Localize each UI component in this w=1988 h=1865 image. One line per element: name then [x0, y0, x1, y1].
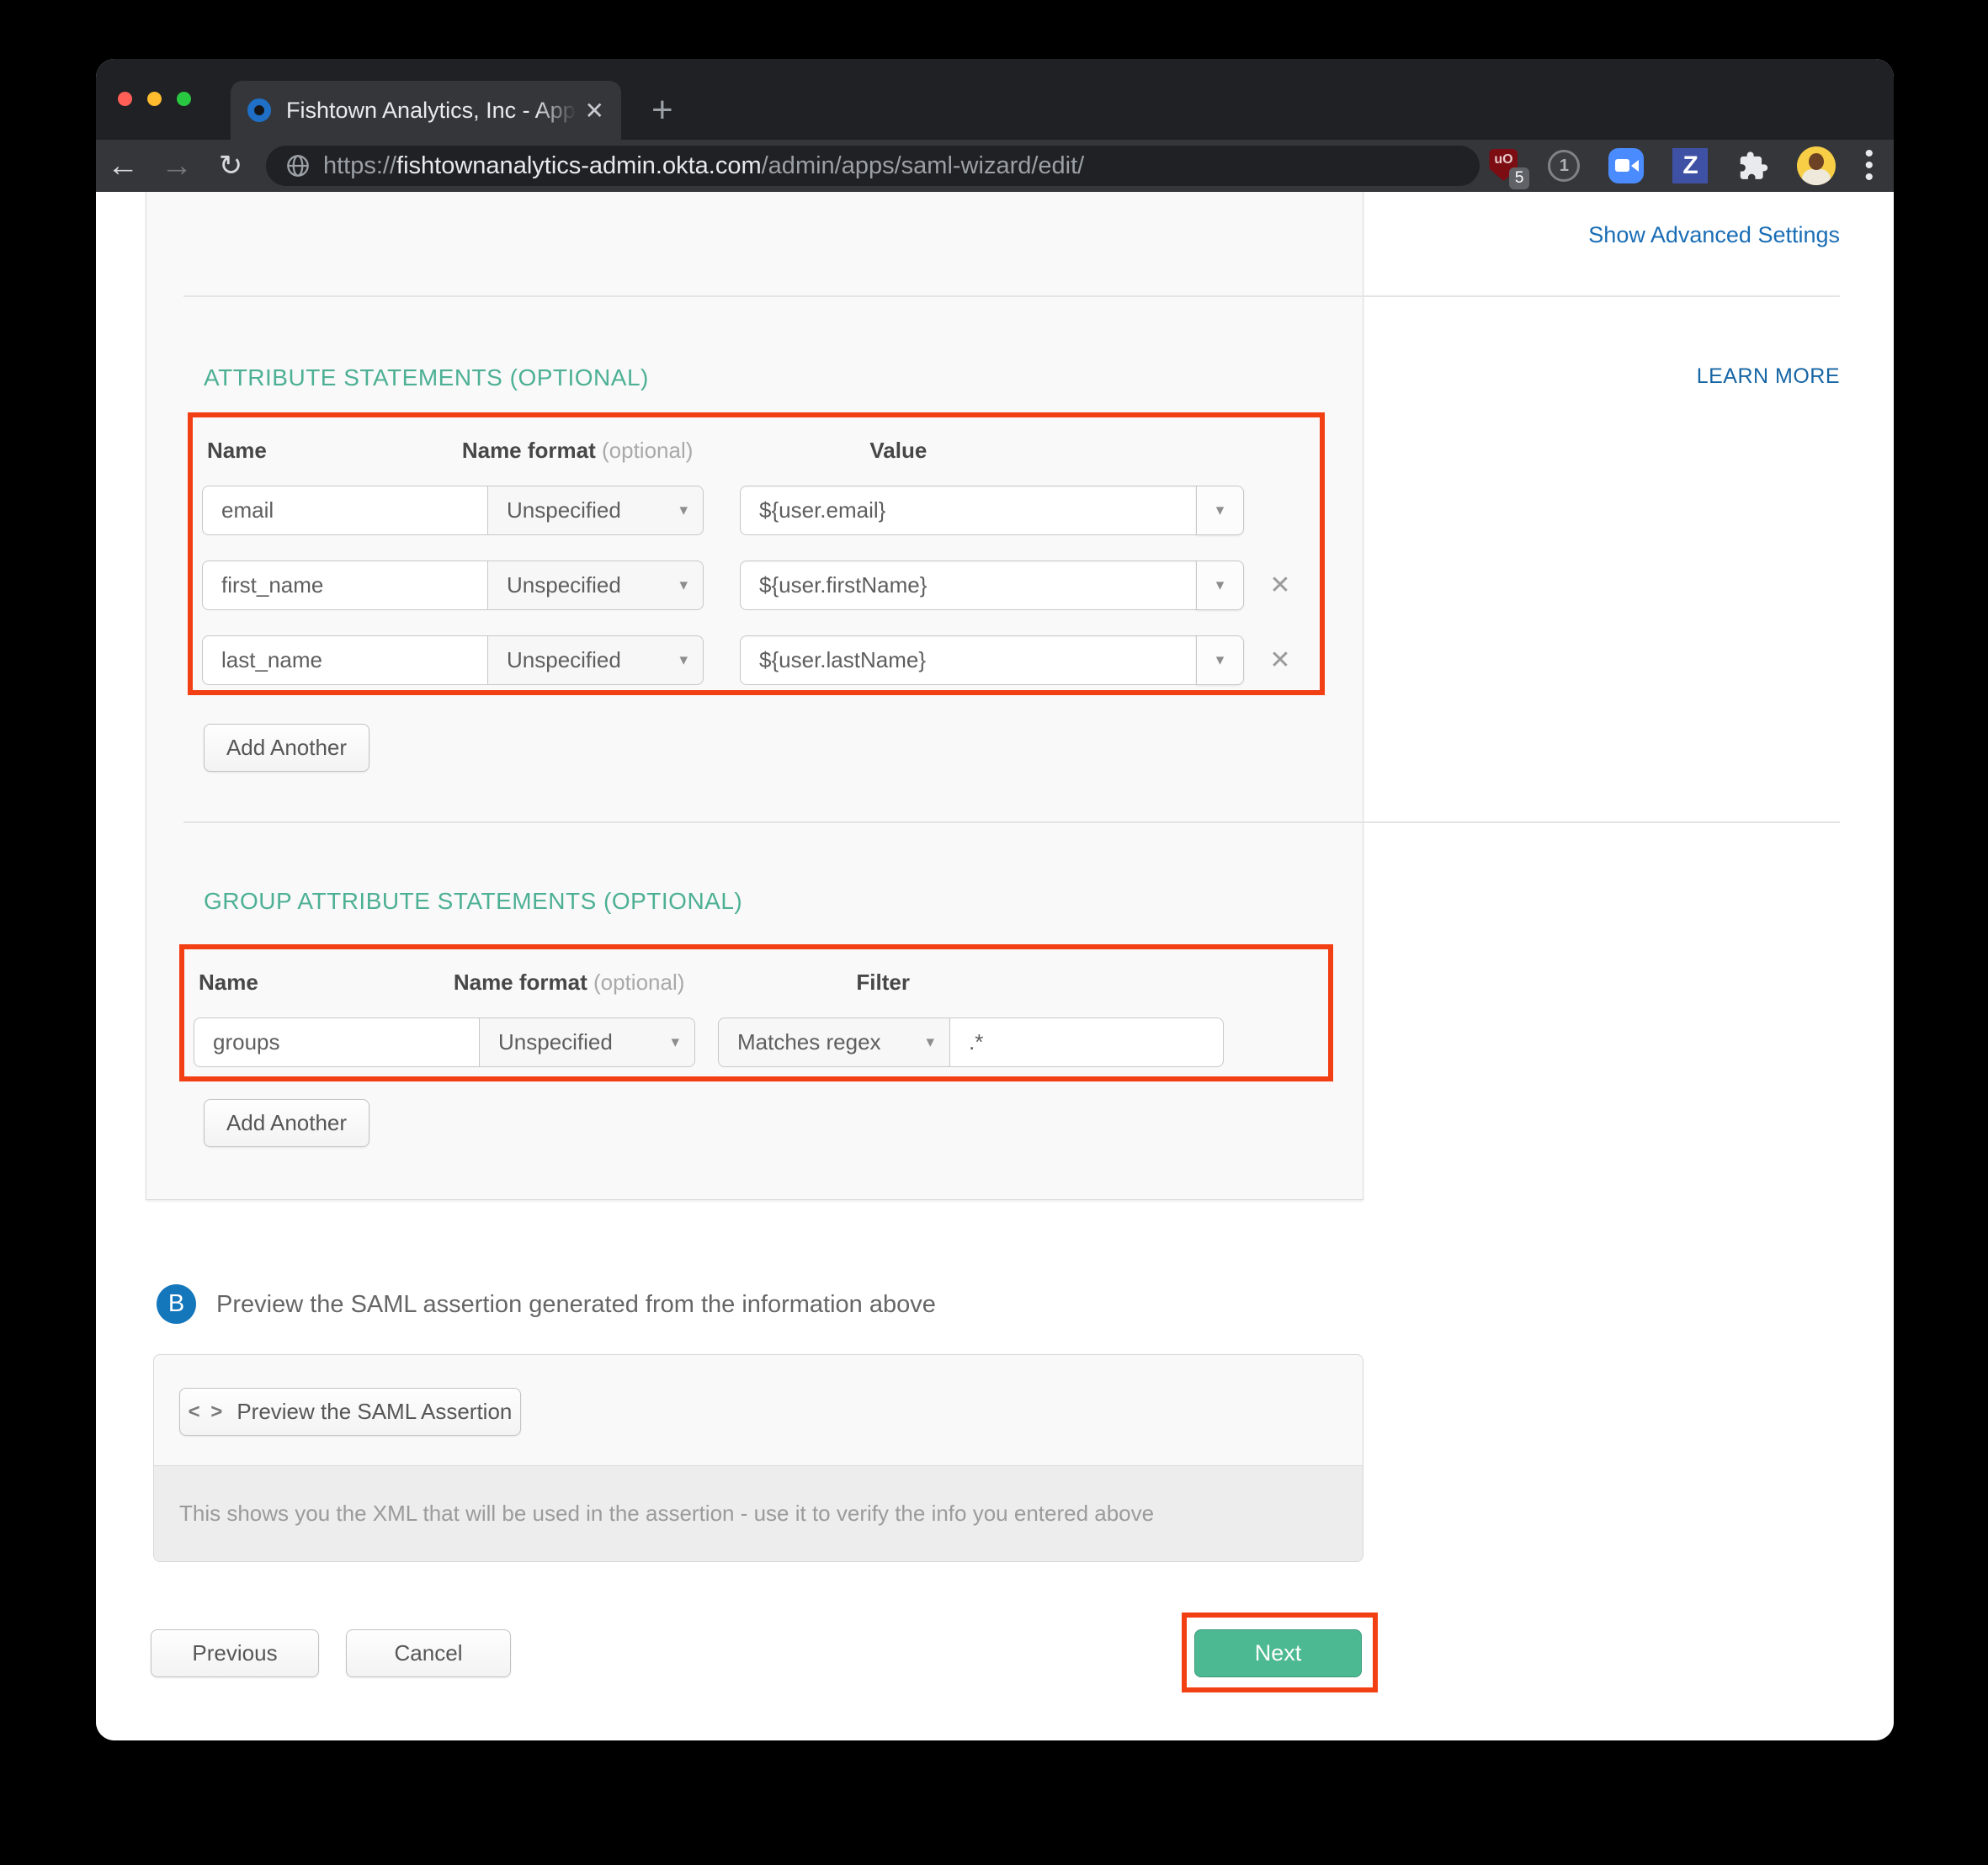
add-another-group-button[interactable]: Add Another: [204, 1099, 369, 1147]
divider: [183, 295, 1840, 297]
name-format-select[interactable]: Unspecified ▾: [487, 561, 704, 610]
chevron-down-icon: ▾: [679, 501, 688, 520]
remove-row-button[interactable]: ✕: [1244, 561, 1316, 610]
okta-saml-wizard-page: Show Advanced Settings ATTRIBUTE STATEME…: [96, 192, 1894, 1740]
browser-menu-icon[interactable]: •••: [1864, 148, 1874, 183]
chevron-down-icon: ▾: [679, 576, 688, 595]
chevron-down-icon: ▾: [926, 1033, 934, 1052]
format-column-header: Name format: [462, 438, 596, 463]
browser-window: Fishtown Analytics, Inc - Applic ✕ + ← →…: [96, 59, 1894, 1740]
window-controls[interactable]: [118, 92, 191, 106]
chevron-down-icon: ▾: [1216, 651, 1225, 670]
okta-favicon-icon: [247, 98, 271, 122]
zoom-window-button[interactable]: [177, 92, 191, 106]
zoom-extension-icon[interactable]: [1608, 148, 1644, 183]
reload-icon[interactable]: ↻: [204, 149, 258, 183]
preview-panel: < > Preview the SAML Assertion This show…: [153, 1354, 1363, 1562]
value-dropdown-button[interactable]: ▾: [1196, 561, 1244, 610]
value-dropdown-button[interactable]: ▾: [1196, 635, 1244, 685]
attribute-row: Unspecified ▾ ▾: [202, 486, 1320, 535]
filter-type-select[interactable]: Matches regex ▾: [718, 1018, 950, 1067]
divider: [183, 821, 1840, 823]
tab-strip: Fishtown Analytics, Inc - Applic ✕ +: [96, 59, 1894, 140]
step-b-badge: B: [157, 1284, 196, 1324]
attribute-value-input[interactable]: [740, 561, 1197, 610]
code-icon: < >: [189, 1400, 226, 1424]
attribute-row: Unspecified ▾ ▾ ✕: [202, 561, 1320, 610]
profile-avatar[interactable]: [1797, 146, 1836, 185]
group-attribute-row: Unspecified ▾ Matches regex ▾: [194, 1018, 1328, 1067]
name-column-header: Name: [207, 438, 267, 464]
browser-toolbar: ← → ↻ https://fishtownanalytics-admin.ok…: [96, 140, 1894, 192]
preview-section-title: Preview the SAML assertion generated fro…: [216, 1291, 936, 1319]
add-another-attribute-button[interactable]: Add Another: [204, 724, 369, 772]
filter-value-input[interactable]: [949, 1018, 1224, 1067]
preview-help-text: This shows you the XML that will be used…: [154, 1465, 1363, 1561]
attribute-name-input[interactable]: [202, 486, 488, 535]
z-extension-icon[interactable]: Z: [1672, 148, 1708, 183]
remove-row-button[interactable]: ✕: [1244, 635, 1316, 685]
name-format-select[interactable]: Unspecified ▾: [487, 486, 704, 535]
name-column-header: Name: [199, 970, 258, 996]
attribute-name-input[interactable]: [202, 635, 488, 685]
show-advanced-settings-link[interactable]: Show Advanced Settings: [1588, 222, 1840, 248]
browser-tab[interactable]: Fishtown Analytics, Inc - Applic ✕: [231, 81, 621, 140]
attribute-statements-title: ATTRIBUTE STATEMENTS (OPTIONAL): [204, 364, 649, 391]
forward-icon[interactable]: →: [150, 148, 204, 184]
learn-more-link[interactable]: LEARN MORE: [1697, 364, 1840, 389]
globe-icon: [286, 154, 310, 178]
new-tab-button[interactable]: +: [651, 88, 673, 133]
chevron-down-icon: ▾: [1216, 576, 1225, 595]
address-bar[interactable]: https://fishtownanalytics-admin.okta.com…: [266, 146, 1480, 186]
chevron-down-icon: ▾: [671, 1033, 679, 1052]
value-dropdown-button[interactable]: ▾: [1196, 486, 1244, 535]
format-optional-label: (optional): [587, 970, 685, 995]
format-optional-label: (optional): [596, 438, 694, 463]
attribute-value-input[interactable]: [740, 486, 1197, 535]
value-column-header: Value: [869, 438, 927, 464]
tab-title: Fishtown Analytics, Inc - Applic: [286, 98, 577, 124]
name-format-select[interactable]: Unspecified ▾: [487, 635, 704, 685]
name-format-select[interactable]: Unspecified ▾: [479, 1018, 695, 1067]
chevron-down-icon: ▾: [679, 651, 688, 670]
filter-column-header: Filter: [856, 970, 910, 996]
attribute-value-input[interactable]: [740, 635, 1197, 685]
close-window-button[interactable]: [118, 92, 132, 106]
previous-button[interactable]: Previous: [151, 1629, 319, 1677]
group-name-input[interactable]: [194, 1018, 480, 1067]
attribute-row: Unspecified ▾ ▾ ✕: [202, 635, 1320, 685]
chevron-down-icon: ▾: [1216, 501, 1225, 520]
back-icon[interactable]: ←: [96, 148, 150, 184]
group-attribute-statements-title: GROUP ATTRIBUTE STATEMENTS (OPTIONAL): [204, 888, 742, 915]
next-button-annotation: [1182, 1613, 1378, 1692]
attribute-statements-annotation: Name Name format (optional) Value Unspec…: [188, 412, 1325, 695]
preview-saml-assertion-button[interactable]: < > Preview the SAML Assertion: [179, 1388, 521, 1436]
attribute-table-header: Name Name format (optional) Value: [207, 438, 1320, 464]
group-table-header: Name Name format (optional) Filter: [199, 970, 1328, 996]
url-text: https://fishtownanalytics-admin.okta.com…: [323, 152, 1084, 180]
group-attribute-annotation: Name Name format (optional) Filter Unspe…: [179, 944, 1333, 1081]
extensions-puzzle-icon[interactable]: [1736, 150, 1768, 182]
format-column-header: Name format: [454, 970, 587, 995]
tab-close-icon[interactable]: ✕: [585, 97, 604, 125]
minimize-window-button[interactable]: [147, 92, 162, 106]
onepassword-extension-icon[interactable]: 1: [1548, 150, 1580, 182]
cancel-button[interactable]: Cancel: [346, 1629, 511, 1677]
ublock-badge: 5: [1509, 167, 1530, 189]
ublock-extension-icon[interactable]: uO 5: [1489, 149, 1519, 183]
attribute-name-input[interactable]: [202, 561, 488, 610]
extension-area: uO 5 1 Z •••: [1489, 140, 1874, 192]
